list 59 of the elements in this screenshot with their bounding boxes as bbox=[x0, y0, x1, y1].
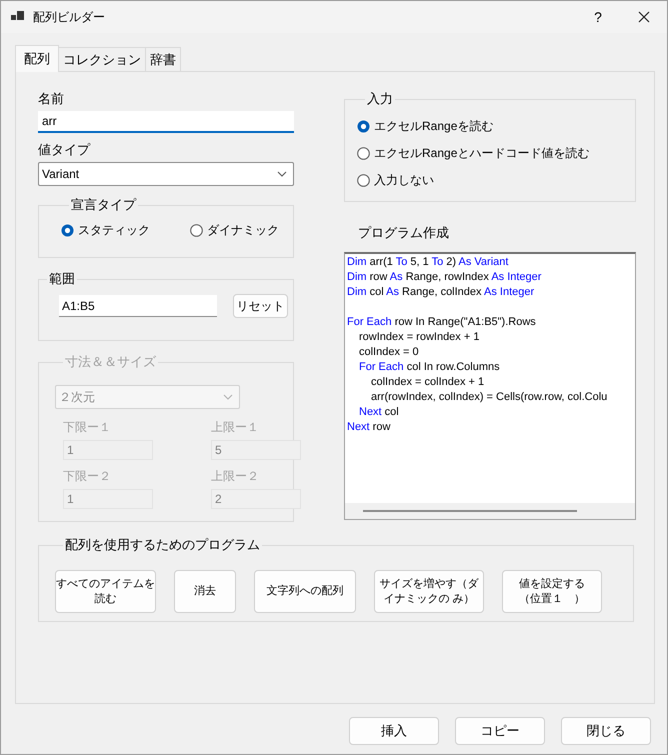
radio-label: 入力しない bbox=[374, 172, 434, 189]
type-dropdown[interactable]: Variant bbox=[38, 162, 294, 186]
code-line: For Each row In Range("A1:B5").Rows bbox=[347, 315, 537, 330]
group-title: 宣言タイプ bbox=[70, 196, 138, 214]
section-title: プログラム作成 bbox=[358, 224, 450, 242]
radio-option[interactable]: エクセルRangeとハードコード値を読む bbox=[357, 145, 635, 162]
radio-icon[interactable] bbox=[61, 224, 74, 237]
name-field[interactable]: arr bbox=[38, 111, 294, 133]
radio-option[interactable]: エクセルRangeを読む bbox=[357, 118, 635, 135]
code-line: colIndex = 0 bbox=[359, 345, 420, 360]
code-line: For Each col In row.Columns bbox=[359, 360, 501, 375]
field-label: 値タイプ bbox=[38, 141, 92, 159]
close-icon bbox=[638, 11, 650, 23]
action-button[interactable]: すべてのアイテムを 読む bbox=[55, 570, 156, 613]
radio-label: スタティック bbox=[78, 222, 150, 239]
group-title: 入力 bbox=[366, 90, 394, 108]
tab[interactable]: 配列 bbox=[15, 45, 59, 72]
field-label: 上限ー１ bbox=[211, 419, 260, 436]
dialog-button[interactable]: 挿入 bbox=[349, 717, 439, 745]
help-button[interactable]: ? bbox=[575, 9, 621, 25]
radio-option[interactable]: 入力しない bbox=[357, 172, 635, 189]
code-line: colIndex = colIndex + 1 bbox=[371, 375, 486, 390]
dialog-button[interactable]: 閉じる bbox=[561, 717, 651, 745]
range-field[interactable]: A1:B5 bbox=[59, 295, 217, 317]
scrollbar-thumb[interactable] bbox=[363, 510, 577, 512]
radio-icon[interactable] bbox=[357, 147, 370, 160]
radio-option[interactable]: スタティック bbox=[61, 222, 150, 239]
field-label: 下限ー２ bbox=[63, 468, 112, 485]
code-editor[interactable] bbox=[344, 252, 636, 520]
group-title: 範囲 bbox=[48, 270, 76, 288]
group-title: 寸法＆＆サイズ bbox=[64, 353, 157, 371]
code-line: Dim arr(1 To 5, 1 To 2) As Variant bbox=[347, 255, 510, 270]
action-button[interactable]: 消去 bbox=[174, 570, 236, 613]
code-line: Dim row As Range, rowIndex As Integer bbox=[347, 270, 542, 285]
radio-icon[interactable] bbox=[190, 224, 203, 237]
field-label: 上限ー２ bbox=[211, 468, 260, 485]
radio-option[interactable]: ダイナミック bbox=[190, 222, 279, 239]
window-title: 配列ビルダー bbox=[33, 8, 106, 26]
chevron-down-icon bbox=[223, 394, 233, 400]
radio-icon[interactable] bbox=[357, 174, 370, 187]
code-line: rowIndex = rowIndex + 1 bbox=[359, 330, 480, 345]
code-line: Next col bbox=[359, 405, 400, 420]
code-line: Next row bbox=[347, 420, 392, 435]
radio-label: エクセルRangeとハードコード値を読む bbox=[374, 145, 590, 162]
radio-label: エクセルRangeを読む bbox=[374, 118, 494, 135]
group-title: 配列を使用するためのプログラム bbox=[64, 536, 261, 554]
field-label: 名前 bbox=[38, 90, 65, 108]
radio-label: ダイナミック bbox=[207, 222, 279, 239]
dialog-button[interactable]: コピー bbox=[455, 717, 545, 745]
code-line: arr(rowIndex, colIndex) = Cells(row.row, col.Colu bbox=[371, 390, 608, 405]
code-line: Dim col As Range, colIndex As Integer bbox=[347, 285, 536, 300]
field-label: 下限ー１ bbox=[63, 419, 112, 436]
action-button[interactable]: サイズを増やす（ダ イナミックの み） bbox=[374, 570, 484, 613]
action-button[interactable]: 文字列への配列 bbox=[254, 570, 356, 613]
action-button[interactable]: 値を設定する （位置１ ） bbox=[502, 570, 602, 613]
radio-icon[interactable] bbox=[357, 120, 370, 133]
reset-button[interactable]: リセット bbox=[233, 294, 288, 318]
tab[interactable]: 辞書 bbox=[145, 47, 181, 71]
chevron-down-icon bbox=[277, 171, 287, 177]
